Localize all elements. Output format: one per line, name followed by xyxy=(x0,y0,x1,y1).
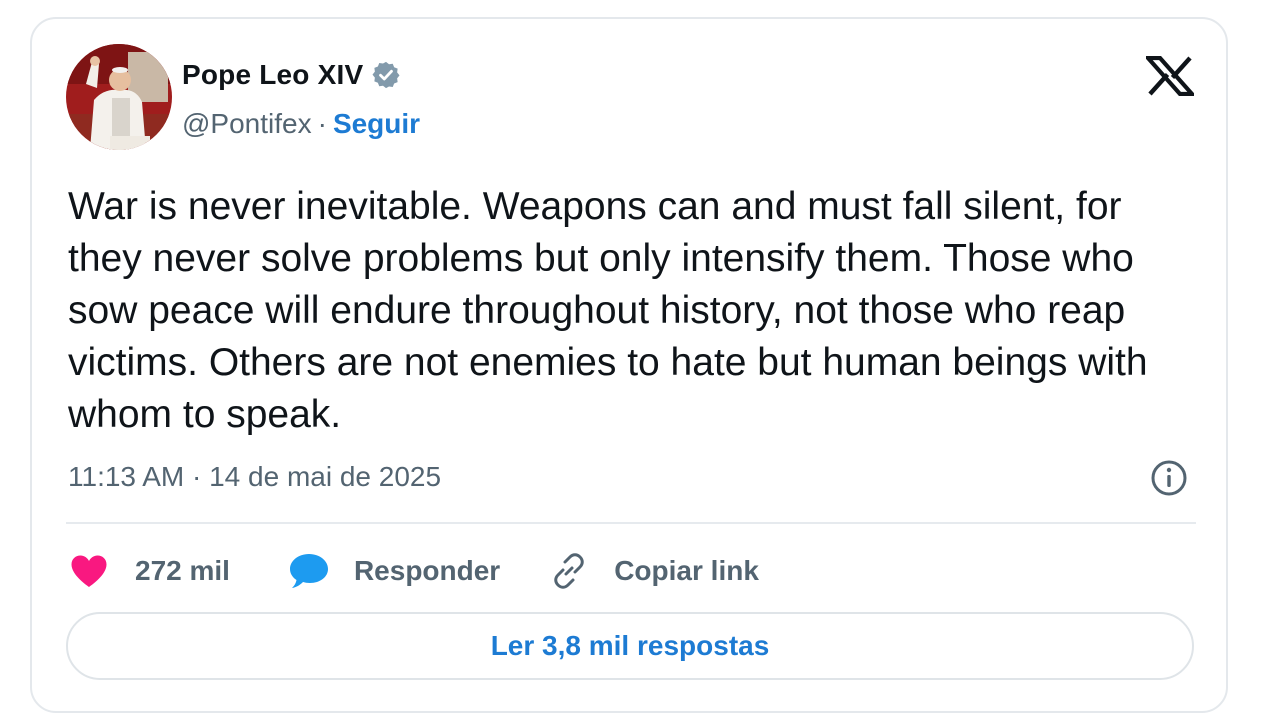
handle-row: @Pontifex · Seguir xyxy=(182,108,420,140)
heart-icon xyxy=(70,554,108,588)
action-bar: 272 mil Responder Copiar link xyxy=(70,549,759,593)
author-name[interactable]: Pope Leo XIV xyxy=(182,59,363,91)
avatar[interactable] xyxy=(66,44,172,150)
reply-label: Responder xyxy=(353,555,501,586)
x-logo-icon[interactable] xyxy=(1143,55,1197,97)
verified-badge-icon xyxy=(371,60,401,90)
copy-link-button[interactable]: Copiar link xyxy=(550,552,759,590)
tweet-timestamp[interactable]: 11:13 AM · 14 de mai de 2025 xyxy=(68,461,441,493)
copy-link-label: Copiar link xyxy=(614,555,759,586)
link-icon xyxy=(550,552,588,590)
like-button[interactable]: 272 mil xyxy=(70,554,230,588)
author-name-row: Pope Leo XIV xyxy=(182,59,401,91)
like-count: 272 mil xyxy=(135,555,230,586)
author-handle[interactable]: @Pontifex xyxy=(182,108,312,140)
info-icon[interactable] xyxy=(1150,459,1188,497)
speech-bubble-icon xyxy=(288,552,330,590)
separator-dot: · xyxy=(317,108,327,139)
follow-button[interactable]: Seguir xyxy=(333,108,420,140)
tweet-text: War is never inevitable. Weapons can and… xyxy=(68,185,1148,436)
divider xyxy=(66,522,1196,524)
read-replies-button[interactable]: Ler 3,8 mil respostas xyxy=(66,612,1194,680)
tweet-card: Pope Leo XIV @Pontifex · Seguir War is n… xyxy=(30,17,1228,713)
reply-button[interactable]: Responder xyxy=(288,552,500,590)
